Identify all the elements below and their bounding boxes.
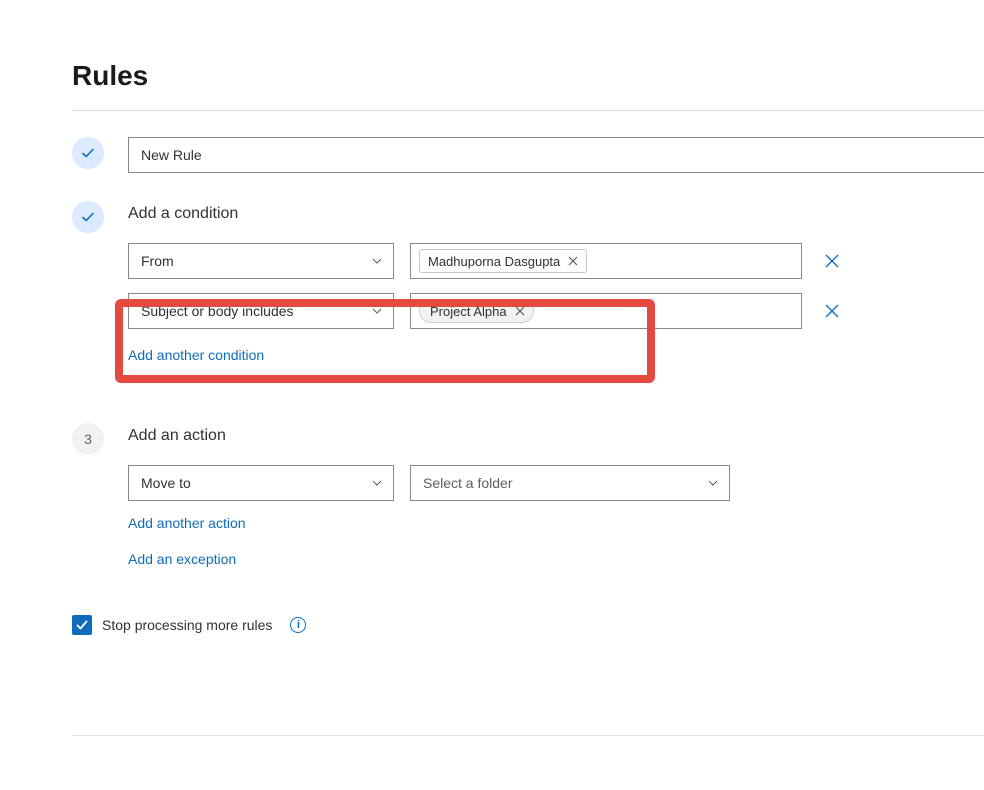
step-1-check-icon [72,137,104,169]
chevron-down-icon [371,255,383,267]
keyword-chip: Project Alpha [419,299,534,323]
delete-condition-button[interactable] [818,297,846,325]
add-another-action-link[interactable]: Add another action [128,515,984,531]
chip-label: Project Alpha [430,304,507,319]
info-icon[interactable]: i [290,617,306,633]
divider-bottom [72,735,984,736]
step-number-label: 3 [84,431,92,447]
condition-type-dropdown[interactable]: From [128,243,394,279]
chip-remove-icon[interactable] [564,252,582,270]
condition-row: Subject or body includes Project Alpha [128,293,984,329]
divider-top [72,110,984,111]
condition-value-field[interactable]: Project Alpha [410,293,802,329]
step-2-check-icon [72,201,104,233]
folder-placeholder: Select a folder [423,475,513,491]
delete-condition-button[interactable] [818,247,846,275]
chevron-down-icon [707,477,719,489]
action-type-label: Move to [141,475,191,491]
add-exception-link[interactable]: Add an exception [128,551,984,567]
condition-type-label: Subject or body includes [141,303,294,319]
chevron-down-icon [371,305,383,317]
action-type-dropdown[interactable]: Move to [128,465,394,501]
action-row: Move to Select a folder [128,465,984,501]
add-another-condition-link[interactable]: Add another condition [128,347,264,363]
page-title: Rules [72,60,984,92]
stop-processing-label: Stop processing more rules [102,617,272,633]
chevron-down-icon [371,477,383,489]
condition-type-dropdown[interactable]: Subject or body includes [128,293,394,329]
rule-name-input[interactable] [128,137,984,173]
condition-type-label: From [141,253,174,269]
chip-label: Madhuporna Dasgupta [428,254,560,269]
step-3-number-icon: 3 [72,423,104,455]
chip-remove-icon[interactable] [511,302,529,320]
condition-row: From Madhuporna Dasgupta [128,243,984,279]
stop-processing-checkbox[interactable] [72,615,92,635]
folder-dropdown[interactable]: Select a folder [410,465,730,501]
conditions-title: Add a condition [128,205,984,223]
actions-title: Add an action [128,427,984,445]
condition-value-field[interactable]: Madhuporna Dasgupta [410,243,802,279]
person-chip: Madhuporna Dasgupta [419,249,587,273]
